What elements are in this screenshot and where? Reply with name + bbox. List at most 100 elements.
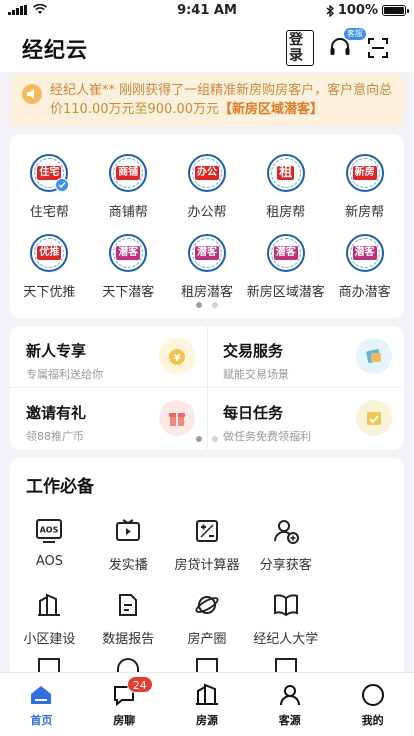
service-label: 天下优推 (23, 285, 76, 300)
tab-bar: 首页 24 房聊 房源 客源 我的 (0, 672, 414, 736)
promo-tile-trade[interactable]: 交易服务 赋能交易场景 (207, 326, 404, 386)
calendar-icon (356, 400, 392, 436)
tool-item-partial[interactable] (246, 658, 325, 672)
tool-label: 数据报告 (102, 632, 155, 647)
tool-item-partial[interactable] (10, 658, 89, 672)
service-item[interactable]: 潜客 租房潜客 (168, 234, 247, 300)
customer-service-button[interactable]: 客服 (326, 28, 366, 62)
tool-share[interactable]: 分享获客 (246, 516, 325, 573)
page-dot (212, 302, 218, 308)
notice-banner[interactable]: 经纪人崔** 刚刚获得了一组精准新房购房客户，客户意向总价110.00万元至90… (10, 74, 404, 126)
xinfang-logo-icon: 新房 (345, 154, 384, 192)
calculator-icon (192, 516, 222, 546)
tool-circle[interactable]: 房产圈 (168, 590, 247, 647)
service-label: 天下潜客 (102, 285, 155, 300)
service-label: 租房帮 (266, 205, 306, 220)
qianke-logo-icon: 潜客 (109, 234, 148, 272)
tab-listings[interactable]: 房源 (166, 673, 249, 736)
planet-icon (192, 590, 222, 620)
house-icon (195, 683, 218, 705)
tools-row-2: 小区建设 数据报告 房产圈 经纪人大学 (10, 590, 404, 647)
battery-percent: 100% (337, 3, 378, 18)
tab-mine[interactable]: 我的 (331, 673, 414, 736)
scan-icon (368, 38, 388, 58)
services-card: 住宅 住宅帮 商铺 商铺帮 办公 办公帮 租 租房帮 新房 新房帮 优推 天下优… (10, 134, 404, 318)
service-label: 租房潜客 (180, 285, 233, 300)
promo-tile-newcomer[interactable]: 新人专享 专属福利送给你 ¥ (10, 326, 207, 386)
gift-icon (159, 400, 195, 436)
tab-label: 首页 (30, 714, 53, 727)
tools-card: 工作必备 AOS AOS 发实播 房贷计算器 分享获客 小区建设 数据报告 房产… (10, 458, 404, 672)
service-label: 新房区域潜客 (246, 285, 325, 300)
tool-live[interactable]: 发实播 (89, 516, 168, 573)
tool-label: 小区建设 (23, 632, 76, 647)
tab-home[interactable]: 首页 (0, 673, 83, 736)
tab-clients[interactable]: 客源 (248, 673, 331, 736)
service-label: 商办潜客 (338, 285, 391, 300)
profile-icon (361, 684, 384, 706)
service-item[interactable]: 潜客 新房区域潜客 (246, 234, 325, 300)
tool-label: AOS (35, 554, 63, 569)
tab-label: 客源 (278, 714, 301, 727)
service-item[interactable]: 办公 办公帮 (168, 154, 247, 220)
service-item[interactable]: 商铺 商铺帮 (89, 154, 168, 220)
handshake-icon (356, 338, 392, 374)
notice-highlight: 【新房区域潜客】 (219, 102, 324, 117)
services-row-2: 优推 天下优推 潜客 天下潜客 潜客 租房潜客 潜客 新房区域潜客 潜客 商办潜… (10, 234, 404, 300)
login-button[interactable]: 登录 (286, 30, 314, 66)
status-right: 100% (326, 3, 409, 18)
youtui-logo-icon: 优推 (30, 234, 69, 272)
tab-label: 房源 (195, 714, 218, 727)
promo-card: 新人专享 专属福利送给你 ¥ 交易服务 赋能交易场景 邀请有礼 领88推广币 每… (10, 326, 404, 450)
tool-label: 发实播 (108, 558, 148, 573)
tool-university[interactable]: 经纪人大学 (246, 590, 325, 647)
page-dot (196, 436, 202, 442)
speaker-icon (22, 84, 42, 104)
bangong-logo-icon: 办公 (187, 154, 226, 192)
notice-price: 110.00万元至900.00万元 (63, 102, 219, 117)
zhuzhai-logo-icon: 住宅 (30, 154, 70, 192)
service-label: 住宅帮 (29, 205, 69, 220)
zufang-logo-icon: 租 (266, 154, 305, 192)
tools-row-3-partial (10, 658, 404, 672)
coin-bag-icon: ¥ (159, 338, 195, 374)
service-item[interactable]: 潜客 商办潜客 (325, 234, 404, 300)
home-icon (31, 686, 52, 704)
service-item[interactable]: 租 租房帮 (246, 154, 325, 220)
bluetooth-icon (326, 4, 334, 17)
report-icon (113, 590, 143, 620)
service-item[interactable]: 新房 新房帮 (325, 154, 404, 220)
divider (207, 326, 208, 450)
unread-badge: 24 (126, 676, 153, 693)
svg-text:¥: ¥ (174, 353, 181, 364)
scan-button[interactable] (364, 34, 392, 62)
page-indicator[interactable] (10, 302, 404, 308)
service-label: 新房帮 (345, 205, 385, 220)
tab-label: 我的 (361, 714, 384, 727)
tool-calculator[interactable]: 房贷计算器 (168, 516, 247, 573)
qianke-logo-icon: 潜客 (345, 234, 384, 272)
service-item[interactable]: 优推 天下优推 (10, 234, 89, 300)
tab-chat[interactable]: 24 房聊 (83, 673, 166, 736)
tool-label: 房产圈 (187, 632, 227, 647)
tool-community[interactable]: 小区建设 (10, 590, 89, 647)
page-dot (212, 436, 218, 442)
tool-report[interactable]: 数据报告 (89, 590, 168, 647)
services-row-1: 住宅 住宅帮 商铺 商铺帮 办公 办公帮 租 租房帮 新房 新房帮 (10, 154, 404, 220)
promo-page-indicator[interactable] (10, 436, 404, 442)
aos-icon: AOS (34, 516, 64, 546)
verified-check-icon (55, 178, 70, 192)
tab-label: 房聊 (113, 714, 136, 727)
service-item[interactable]: 潜客 天下潜客 (89, 234, 168, 300)
tool-label: 房贷计算器 (174, 558, 240, 573)
add-user-icon (271, 516, 301, 546)
tool-aos[interactable]: AOS AOS (10, 516, 89, 573)
tool-item-partial[interactable] (168, 658, 247, 672)
tool-item-partial[interactable] (89, 658, 168, 672)
app-title: 经纪云 (22, 38, 88, 62)
service-item[interactable]: 住宅 住宅帮 (10, 154, 89, 220)
tools-title: 工作必备 (26, 477, 94, 497)
building-icon (34, 590, 64, 620)
service-label: 办公帮 (187, 205, 227, 220)
kefu-badge: 客服 (344, 28, 366, 40)
